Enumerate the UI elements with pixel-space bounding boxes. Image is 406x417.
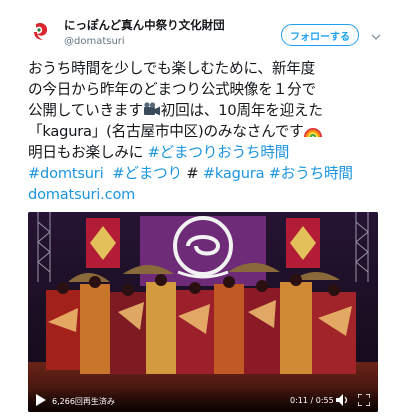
tweet-text-segment: 初回は、10周年を迎えた xyxy=(160,102,323,119)
hashtag-link[interactable]: #kagura xyxy=(203,165,265,182)
tweet-text-segment: 明日もお楽しみに xyxy=(28,144,148,161)
chevron-down-icon xyxy=(371,34,381,40)
domatsuri-logo-icon xyxy=(28,18,54,44)
account-avatar[interactable] xyxy=(28,18,54,44)
website-link[interactable]: domatsuri.com xyxy=(28,184,400,205)
hashtag-link[interactable]: #どまつり xyxy=(112,165,182,182)
account-name[interactable]: にっぽんど真ん中祭り文化財団 xyxy=(64,17,225,33)
tweet-text-segment: 「kagura」(名古屋市中区)のみなさんです xyxy=(28,123,304,140)
tweet-line: おうち時間を少しでも楽しむために、新年度 xyxy=(28,60,316,77)
tweet-text-segment: # xyxy=(186,165,199,182)
hashtag-link[interactable]: #domtsuri xyxy=(28,165,104,182)
volume-icon[interactable] xyxy=(336,394,350,406)
play-icon[interactable] xyxy=(36,394,46,406)
more-menu-button[interactable] xyxy=(370,28,382,40)
tweet-line: 公開していきます 初回は、10周年を迎えた xyxy=(28,100,400,121)
movie-camera-icon xyxy=(143,102,160,116)
tweet-text-segment: 公開していきます xyxy=(28,102,143,119)
account-handle[interactable]: @domatsuri xyxy=(64,36,125,47)
hashtag-link[interactable]: #どまつりおうち時間 xyxy=(148,144,290,161)
tweet-text: おうち時間を少しでも楽しむために、新年度 の今日から昨年のどまつり公式映像を１分… xyxy=(28,58,400,205)
tweet-line: #domtsuri #どまつり # #kagura #おうち時間 xyxy=(28,163,400,184)
video-player[interactable]: 6,266回再生済み 0:11 / 0:55 xyxy=(28,212,378,412)
tweet-line: 「kagura」(名古屋市中区)のみなさんです xyxy=(28,121,400,142)
follow-button[interactable]: フォローする xyxy=(281,24,359,46)
rainbow-icon xyxy=(303,128,322,138)
fullscreen-icon[interactable] xyxy=(358,394,370,406)
video-frame xyxy=(28,212,378,412)
video-time: 0:11 / 0:55 xyxy=(290,396,334,405)
hashtag-link[interactable]: #おうち時間 xyxy=(269,165,353,182)
view-count: 6,266回再生済み xyxy=(52,397,115,406)
tweet-line: の今日から昨年のどまつり公式映像を１分で xyxy=(28,81,316,98)
video-controls: 6,266回再生済み 0:11 / 0:55 xyxy=(28,388,378,412)
tweet-line: 明日もお楽しみに #どまつりおうち時間 xyxy=(28,142,400,163)
